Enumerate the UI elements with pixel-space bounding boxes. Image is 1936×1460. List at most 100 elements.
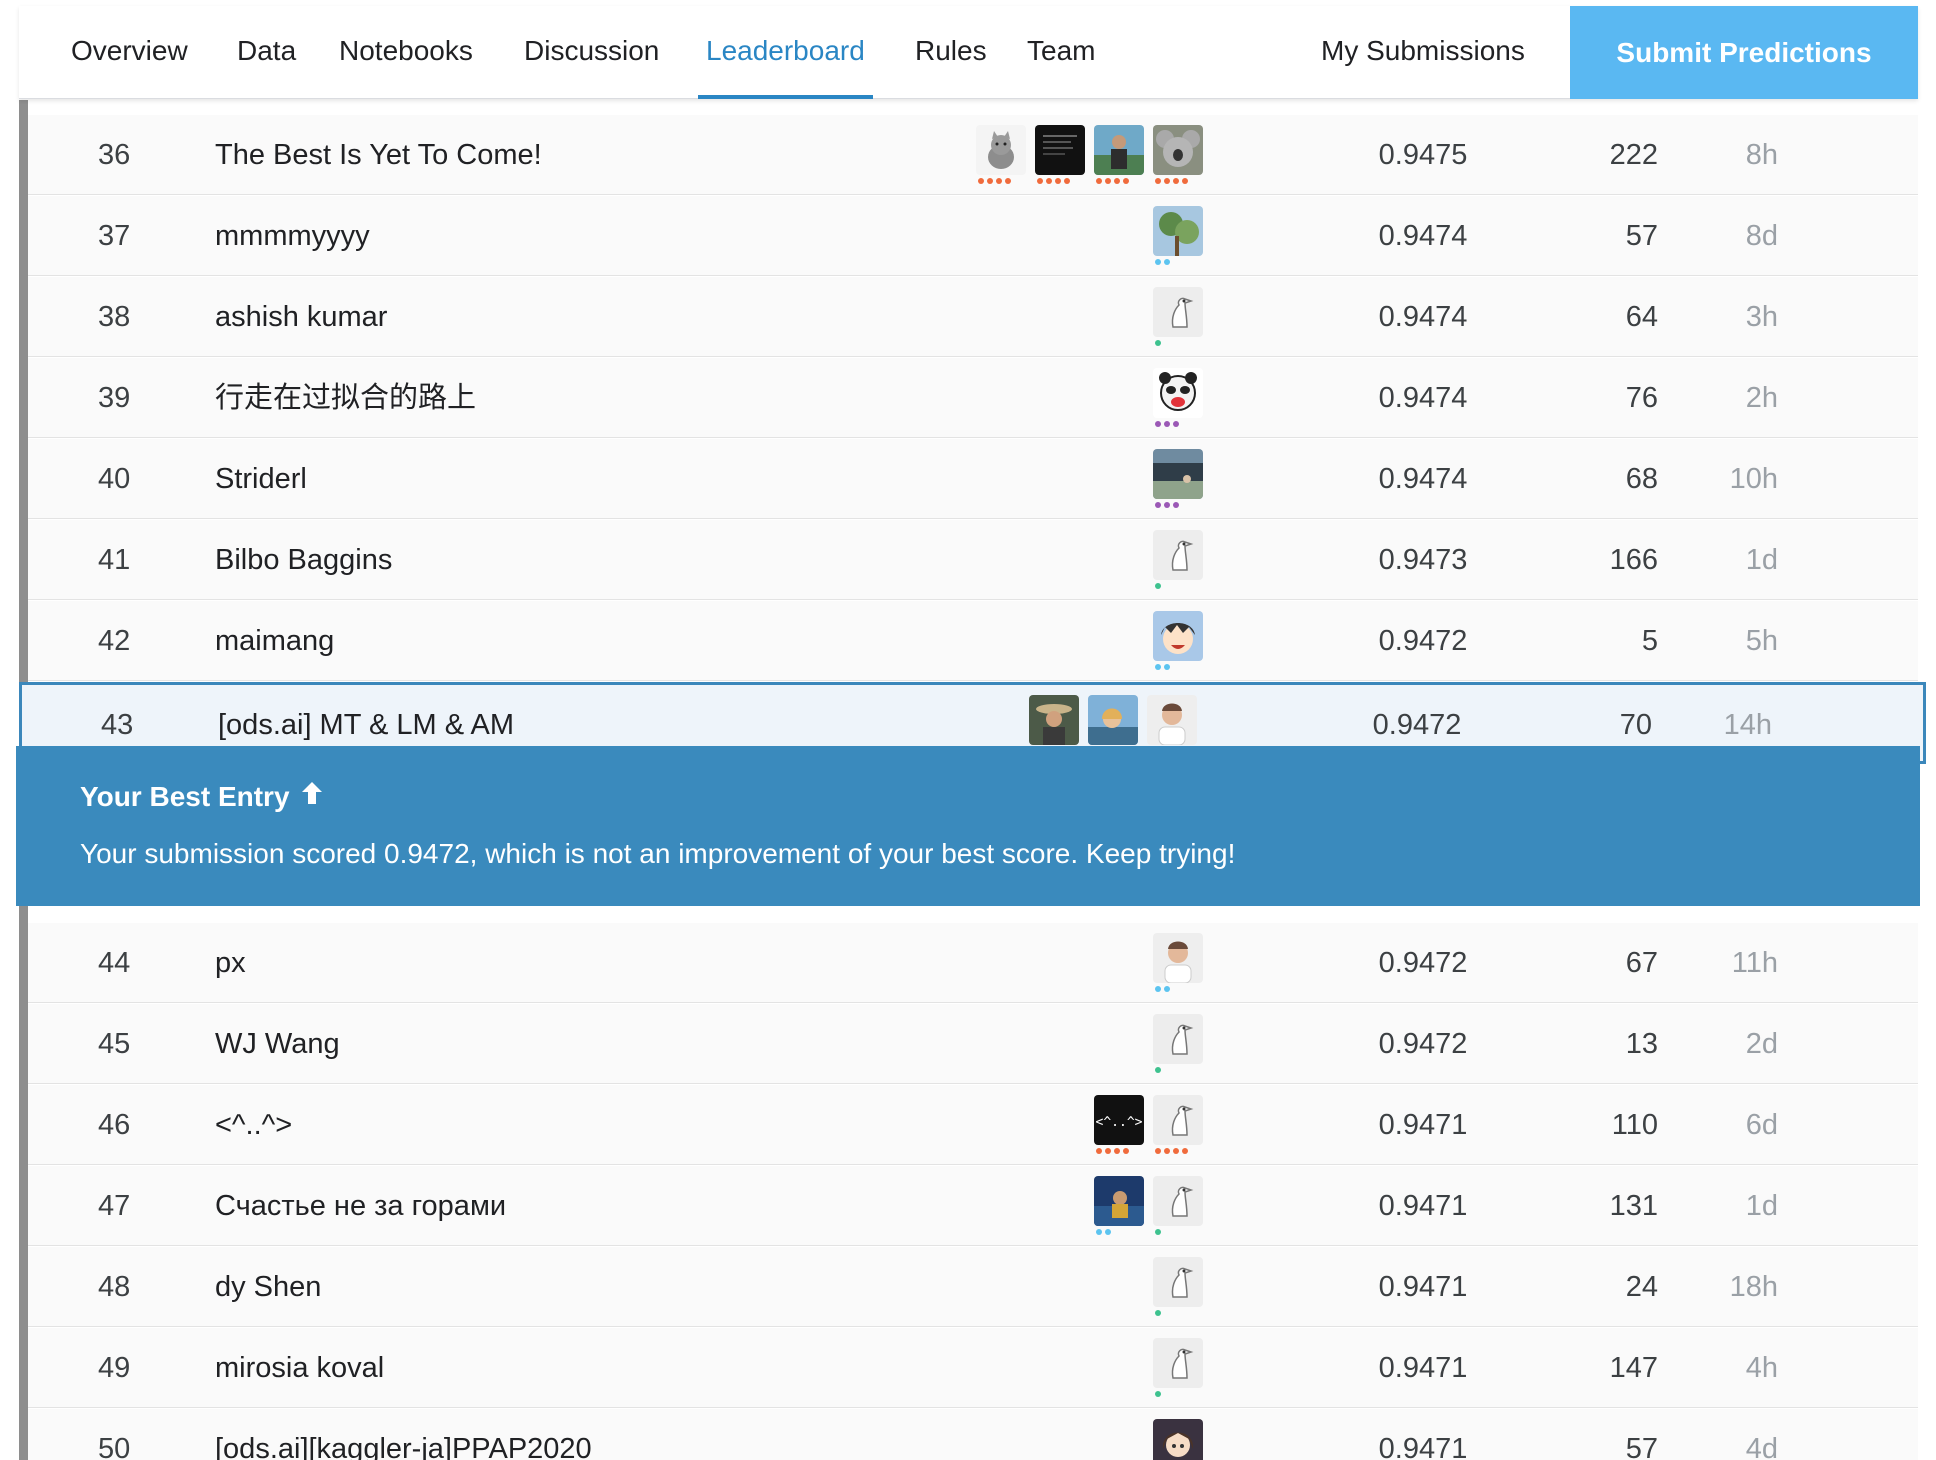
person-night-avatar-icon[interactable] [1094, 1176, 1144, 1226]
team-name[interactable]: ashish kumar [215, 277, 387, 357]
team-name[interactable]: dy Shen [215, 1247, 321, 1327]
table-row[interactable]: 37 mmmmyyyy 0.9474 57 8d [28, 196, 1918, 276]
default-goose-avatar-icon[interactable] [1153, 1176, 1203, 1226]
tier-dot [1164, 178, 1170, 184]
entries-cell: 57 [1625, 1433, 1658, 1460]
entries-cell: 222 [1609, 139, 1658, 171]
tier-indicator [1155, 1148, 1191, 1156]
tab-overview[interactable]: Overview [71, 6, 188, 99]
panda-avatar-icon[interactable] [1153, 368, 1203, 418]
entries-cell: 67 [1625, 947, 1658, 979]
team-members [1153, 206, 1212, 266]
team-name[interactable]: Bilbo Baggins [215, 520, 392, 600]
tab-rules[interactable]: Rules [915, 6, 987, 99]
team-members [1153, 933, 1212, 993]
arrow-up-icon [300, 780, 324, 813]
tier-dot [987, 178, 993, 184]
team-name[interactable]: px [215, 923, 246, 1003]
rank-cell: 42 [98, 625, 131, 657]
tier-dot [1155, 259, 1161, 265]
entries-cell: 24 [1625, 1271, 1658, 1303]
table-row[interactable]: 40 Striderl 0.9474 68 10h [28, 439, 1918, 519]
person-lake-avatar-icon[interactable] [1088, 695, 1138, 745]
tier-indicator [1155, 1229, 1164, 1237]
team-name[interactable]: WJ Wang [215, 1004, 340, 1084]
table-row[interactable]: 41 Bilbo Baggins 0.9473 166 1d [28, 520, 1918, 600]
tab-leaderboard[interactable]: Leaderboard [698, 6, 873, 99]
table-row[interactable]: 44 px 0.9472 67 11h [28, 923, 1918, 1003]
anime-avatar-icon[interactable] [1153, 611, 1203, 661]
team-name[interactable]: mmmmyyyy [215, 196, 370, 276]
entries-cell: 166 [1609, 544, 1658, 576]
tier-dot [1123, 178, 1129, 184]
score-cell: 0.9474 [1378, 220, 1468, 252]
table-row[interactable]: 46 <^..^> <^..^> 0.9471 110 6d [28, 1085, 1918, 1165]
tier-dot [1155, 583, 1161, 589]
person-photo-avatar-icon[interactable] [1094, 125, 1144, 175]
person-portrait-avatar-icon[interactable] [1153, 933, 1203, 983]
table-row[interactable]: 47 Счастье не за горами 0.9471 131 1d [28, 1166, 1918, 1246]
table-row[interactable]: 50 [ods.ai][kaggler-ja]PPAP2020 0.9471 57 4d [28, 1409, 1918, 1460]
tier-dot [1182, 178, 1188, 184]
score-cell: 0.9475 [1378, 139, 1468, 171]
my-submissions-link[interactable]: My Submissions [1321, 6, 1525, 99]
table-row[interactable]: 38 ashish kumar 0.9474 64 3h [28, 277, 1918, 357]
default-goose-avatar-icon[interactable] [1153, 1338, 1203, 1388]
tier-dot [1155, 1391, 1161, 1397]
entries-cell: 68 [1625, 463, 1658, 495]
default-goose-avatar-icon[interactable] [1153, 1014, 1203, 1064]
tab-data[interactable]: Data [237, 6, 296, 99]
tab-discussion[interactable]: Discussion [524, 6, 659, 99]
score-cell: 0.9474 [1378, 301, 1468, 333]
table-row[interactable]: 48 dy Shen 0.9471 24 18h [28, 1247, 1918, 1327]
score-cell: 0.9473 [1378, 544, 1468, 576]
last-submission-cell: 10h [1729, 463, 1778, 495]
default-goose-avatar-icon[interactable] [1153, 530, 1203, 580]
table-row[interactable]: 39 行走在过拟合的路上 0.9474 76 2h [28, 358, 1918, 438]
team-name[interactable]: Striderl [215, 439, 307, 519]
team-name[interactable]: mirosia koval [215, 1328, 384, 1408]
cat-face-text-avatar-icon[interactable]: <^..^> [1094, 1095, 1144, 1145]
rank-cell: 40 [98, 463, 131, 495]
anime-girl-avatar-icon[interactable] [1153, 1419, 1203, 1460]
koala-avatar-icon[interactable] [1153, 125, 1203, 175]
person-hat-avatar-icon[interactable] [1029, 695, 1079, 745]
tier-indicator [1155, 986, 1173, 994]
rank-cell: 47 [98, 1190, 131, 1222]
team-name[interactable]: Счастье не за горами [215, 1166, 506, 1246]
last-submission-cell: 8h [1745, 139, 1778, 171]
rank-cell: 44 [98, 947, 131, 979]
dark-screenshot-avatar-icon[interactable] [1035, 125, 1085, 175]
submit-predictions-button[interactable]: Submit Predictions [1570, 6, 1918, 99]
tab-team[interactable]: Team [1027, 6, 1095, 99]
entries-cell: 110 [1611, 1109, 1658, 1141]
team-name[interactable]: [ods.ai][kaggler-ja]PPAP2020 [215, 1409, 592, 1460]
table-row[interactable]: 45 WJ Wang 0.9472 13 2d [28, 1004, 1918, 1084]
team-name[interactable]: <^..^> [215, 1085, 292, 1165]
tier-dot [1114, 1148, 1120, 1154]
tree-photo-avatar-icon[interactable] [1153, 206, 1203, 256]
default-goose-avatar-icon[interactable] [1153, 1095, 1203, 1145]
team-name[interactable]: 行走在过拟合的路上 [215, 358, 476, 438]
table-row[interactable]: 49 mirosia koval 0.9471 147 4h [28, 1328, 1918, 1408]
table-row[interactable]: 36 The Best Is Yet To Come! 0.9475 222 8h [28, 115, 1918, 195]
tier-dot [1046, 178, 1052, 184]
tier-dot [1105, 178, 1111, 184]
tab-notebooks[interactable]: Notebooks [339, 6, 473, 99]
cat-avatar-icon[interactable] [976, 125, 1026, 175]
person-portrait-avatar-icon[interactable] [1147, 695, 1197, 745]
default-goose-avatar-icon[interactable] [1153, 287, 1203, 337]
rank-cell: 38 [98, 301, 131, 333]
score-cell: 0.9472 [1378, 625, 1468, 657]
tier-dot [1155, 421, 1161, 427]
tier-indicator [1096, 1148, 1132, 1156]
tier-dot [1173, 421, 1179, 427]
table-row[interactable]: 42 maimang 0.9472 5 5h [28, 601, 1918, 681]
default-goose-avatar-icon[interactable] [1153, 1257, 1203, 1307]
tier-dot [1005, 178, 1011, 184]
last-submission-cell: 3h [1745, 301, 1778, 333]
team-name[interactable]: The Best Is Yet To Come! [215, 115, 542, 195]
building-photo-avatar-icon[interactable] [1153, 449, 1203, 499]
team-name[interactable]: maimang [215, 601, 334, 681]
tier-indicator [1155, 1391, 1164, 1399]
